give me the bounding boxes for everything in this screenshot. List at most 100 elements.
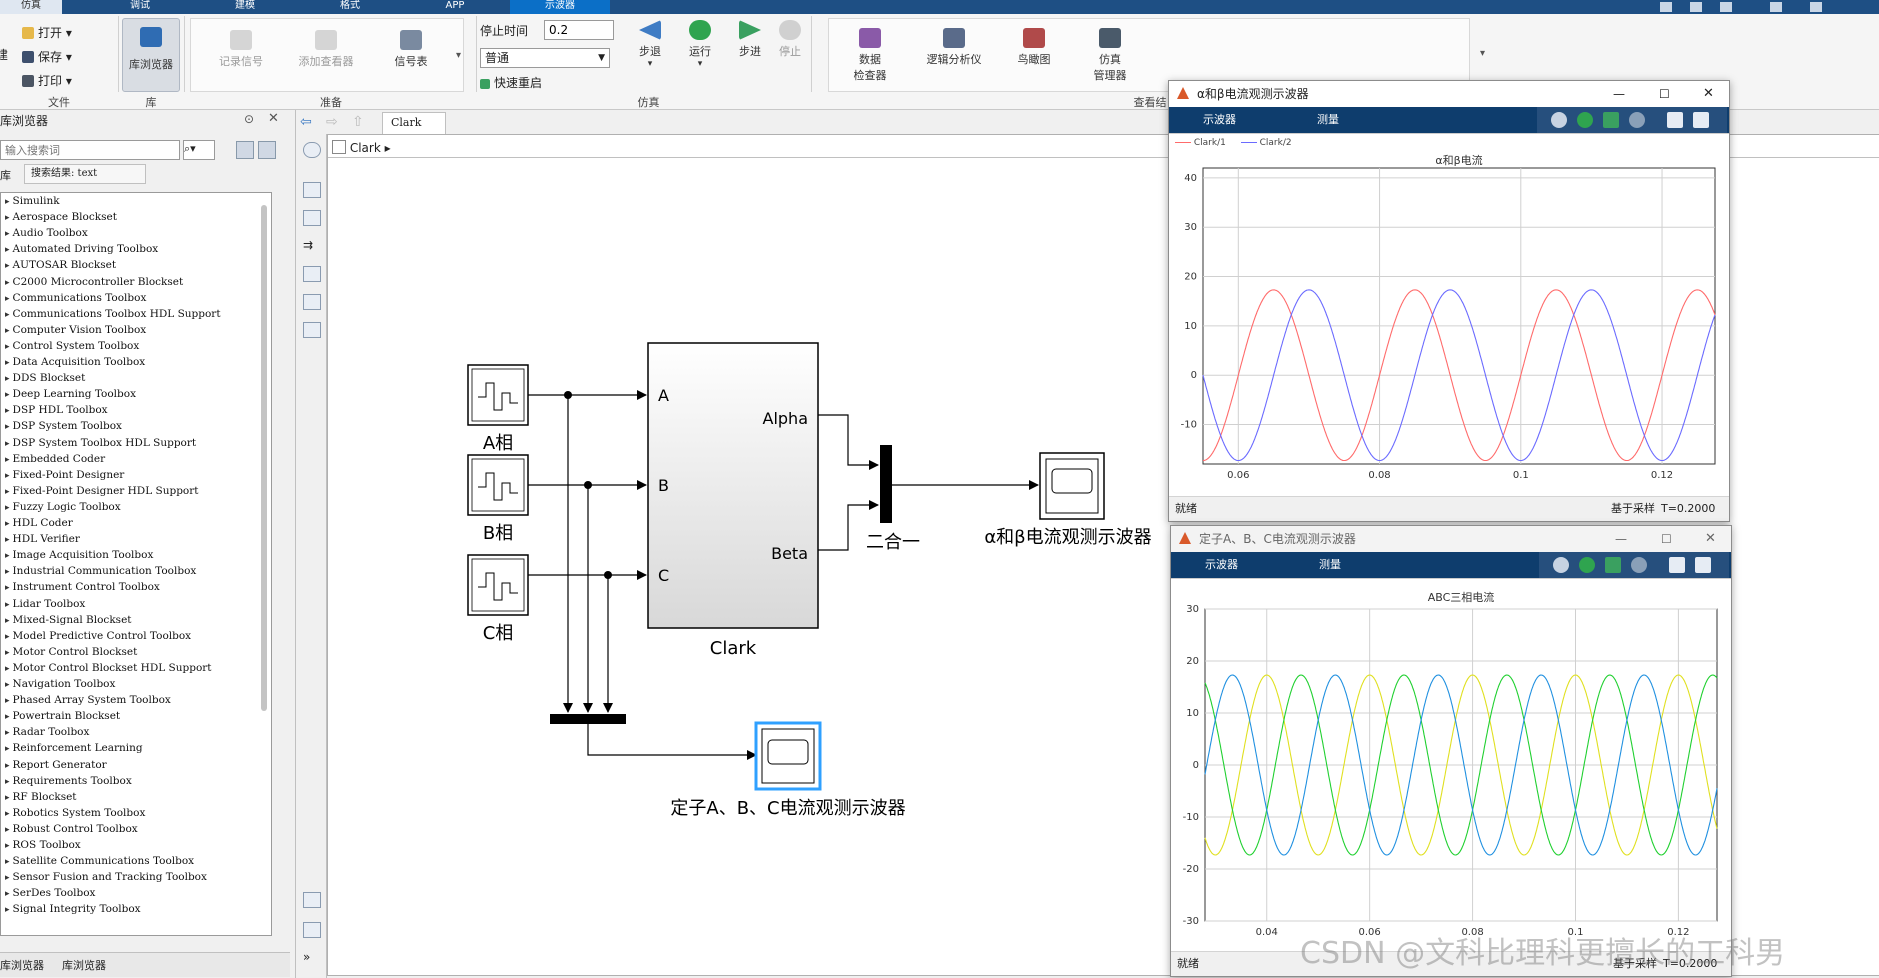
undock-icon[interactable] (1695, 557, 1711, 573)
area-icon[interactable] (303, 322, 321, 338)
library-item[interactable]: C2000 Microcontroller Blockset (5, 276, 184, 288)
library-item[interactable]: Motor Control Blockset HDL Support (5, 662, 212, 674)
library-item[interactable]: Motor Control Blockset (5, 646, 138, 658)
scope1-plot-area[interactable]: Clark/1 Clark/2 0.06 0.08 0.1 0.12 -10 0 10 20 3… (1169, 133, 1729, 498)
library-item[interactable]: Powertrain Blockset (5, 710, 121, 722)
scope1-legend[interactable]: Clark/1 Clark/2 (1175, 138, 1292, 148)
grid-view-icon[interactable] (258, 141, 276, 159)
library-scrollbar[interactable] (261, 205, 267, 711)
arrow-icon[interactable]: ⇉ (303, 238, 319, 252)
print-button[interactable]: 打印 ▾ (22, 72, 72, 89)
library-item[interactable]: Sensor Fusion and Tracking Toolbox (5, 871, 207, 883)
library-item[interactable]: HDL Coder (5, 517, 73, 529)
close-icon[interactable]: ✕ (1703, 81, 1714, 107)
library-item[interactable]: Deep Learning Toolbox (5, 388, 136, 400)
mux-block-abc[interactable] (550, 714, 626, 724)
source-block-c[interactable] (467, 554, 529, 616)
clark-subsystem-block[interactable] (647, 342, 819, 629)
library-search-input[interactable] (0, 140, 180, 160)
list-view-icon[interactable] (236, 141, 254, 159)
library-item[interactable]: Communications Toolbox (5, 292, 147, 304)
sim-mode-select[interactable]: 普通 ▼ (480, 48, 610, 68)
run-icon[interactable] (1577, 112, 1593, 128)
scope1-tab-measure[interactable]: 测量 (1317, 107, 1339, 133)
library-item[interactable]: Computer Vision Toolbox (5, 324, 147, 336)
library-item[interactable]: Automated Driving Toolbox (5, 243, 159, 255)
signal-lines-input[interactable] (528, 390, 647, 713)
forward-icon[interactable]: ⇨ (326, 114, 338, 130)
library-item[interactable]: Lidar Toolbox (5, 598, 86, 610)
library-item[interactable]: Audio Toolbox (5, 227, 88, 239)
scope2-plot-area[interactable]: 0.04 0.06 0.08 0.1 0.12 -30 -20 -10 0 10 20 30 ABC三相… (1171, 578, 1731, 953)
library-item[interactable]: Data Acquisition Toolbox (5, 356, 146, 368)
toolbar-icon[interactable] (1720, 2, 1732, 12)
library-item[interactable]: Industrial Communication Toolbox (5, 565, 197, 577)
library-item[interactable]: Simulink (5, 195, 60, 207)
undock-icon[interactable] (1693, 112, 1709, 128)
stop-time-input[interactable] (544, 20, 614, 40)
step-back-button[interactable]: 步退 ▾ (630, 20, 670, 69)
bottom-tab-library-2[interactable]: 库浏览器 (62, 957, 106, 973)
library-item[interactable]: DSP HDL Toolbox (5, 404, 108, 416)
bird-eye-button[interactable]: 鸟瞰图 (1004, 28, 1064, 67)
library-item[interactable]: Requirements Toolbox (5, 775, 132, 787)
library-item[interactable]: SerDes Toolbox (5, 887, 96, 899)
scope2-tab-measure[interactable]: 测量 (1319, 552, 1341, 578)
annotation-icon[interactable] (303, 266, 321, 282)
tab-search-results[interactable]: 搜索结果: text (24, 164, 146, 184)
fit-view-icon[interactable] (303, 210, 321, 226)
library-item[interactable]: DDS Blockset (5, 372, 86, 384)
minimize-icon[interactable]: — (1613, 81, 1625, 107)
library-item[interactable]: Fixed-Point Designer HDL Support (5, 485, 199, 497)
run-button[interactable]: 运行 ▾ (680, 20, 720, 69)
sim-manager-button[interactable]: 仿真 管理器 (1080, 28, 1140, 83)
library-item[interactable]: Signal Integrity Toolbox (5, 903, 141, 915)
library-item[interactable]: AUTOSAR Blockset (5, 259, 117, 271)
library-item[interactable]: Navigation Toolbox (5, 678, 116, 690)
fast-restart-button[interactable]: 快速重启 (480, 74, 542, 91)
stop-icon[interactable] (1631, 557, 1647, 573)
bottom-tab-library-1[interactable]: 库浏览器 (0, 957, 44, 973)
stop-button[interactable]: 停止 (772, 20, 808, 59)
library-item[interactable]: Image Acquisition Toolbox (5, 549, 154, 561)
gallery-expand-icon[interactable]: ▾ (456, 50, 461, 61)
close-icon[interactable]: ✕ (1705, 526, 1716, 552)
maximize-icon[interactable]: ☐ (1661, 526, 1672, 552)
step-forward-button[interactable]: 步进 (730, 20, 770, 59)
panel-options-icon[interactable]: ⊙ (244, 112, 254, 126)
back-icon[interactable]: ⇦ (300, 114, 312, 130)
new-button-partial[interactable]: 建 (0, 46, 8, 63)
library-item[interactable]: Fuzzy Logic Toolbox (5, 501, 121, 513)
expand-icon[interactable]: » (303, 950, 319, 964)
open-button[interactable]: 打开 ▾ (22, 24, 72, 41)
logic-analyzer-button[interactable]: 逻辑分析仪 (914, 28, 994, 67)
library-item[interactable]: Report Generator (5, 759, 107, 771)
maximize-icon[interactable]: ☐ (1659, 81, 1670, 107)
library-item[interactable]: RF Blockset (5, 791, 77, 803)
settings-icon[interactable] (1553, 557, 1569, 573)
data-inspector-button[interactable]: 数据 检查器 (840, 28, 900, 83)
tab-scope[interactable]: 示波器 (510, 0, 610, 14)
library-item[interactable]: Control System Toolbox (5, 340, 140, 352)
library-item[interactable]: ROS Toolbox (5, 839, 81, 851)
tab-modeling[interactable]: 建模 (215, 0, 275, 14)
zoom-icon[interactable] (303, 182, 321, 198)
tab-format[interactable]: 格式 (320, 0, 380, 14)
signal-line-abc[interactable] (587, 724, 757, 760)
screenshot-icon[interactable] (303, 892, 321, 908)
library-item[interactable]: Embedded Coder (5, 453, 106, 465)
library-item[interactable]: Fixed-Point Designer (5, 469, 125, 481)
settings-icon[interactable] (1551, 112, 1567, 128)
tab-simulation[interactable]: 仿真 (0, 0, 62, 14)
tab-debug[interactable]: 调试 (110, 0, 170, 14)
library-item[interactable]: Radar Toolbox (5, 726, 90, 738)
scope-window-alpha-beta[interactable]: α和β电流观测示波器 — ☐ ✕ 示波器 测量 Clark/1 Clark/2 … (1168, 80, 1730, 522)
library-item[interactable]: Model Predictive Control Toolbox (5, 630, 192, 642)
step-forward-icon[interactable] (1603, 112, 1619, 128)
editor-tab-clark[interactable]: Clark (382, 112, 446, 135)
mux-block-alpha-beta[interactable] (880, 445, 892, 523)
source-block-b[interactable] (467, 454, 529, 516)
library-item[interactable]: DSP System Toolbox HDL Support (5, 437, 197, 449)
toolbar-icon[interactable] (1690, 2, 1702, 12)
property-inspector-icon[interactable] (303, 922, 321, 938)
